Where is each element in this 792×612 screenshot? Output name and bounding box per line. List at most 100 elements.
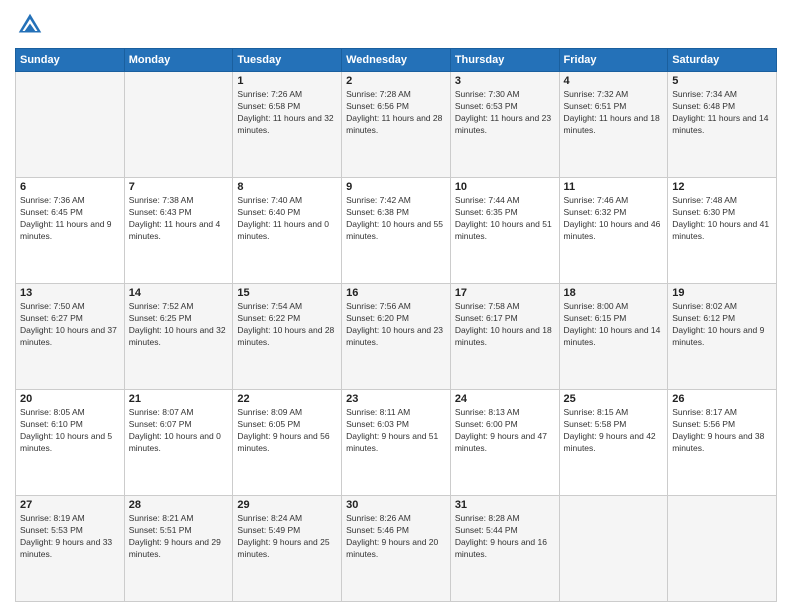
day-info: Sunrise: 7:54 AM Sunset: 6:22 PM Dayligh…	[237, 301, 337, 349]
day-info: Sunrise: 7:52 AM Sunset: 6:25 PM Dayligh…	[129, 301, 229, 349]
day-number: 18	[564, 287, 664, 299]
calendar-cell: 29 Sunrise: 8:24 AM Sunset: 5:49 PM Dayli…	[233, 496, 342, 602]
calendar-cell: 27 Sunrise: 8:19 AM Sunset: 5:53 PM Dayli…	[16, 496, 125, 602]
day-info: Sunrise: 8:26 AM Sunset: 5:46 PM Dayligh…	[346, 513, 446, 561]
calendar-cell: 24 Sunrise: 8:13 AM Sunset: 6:00 PM Dayli…	[450, 390, 559, 496]
day-info: Sunrise: 7:26 AM Sunset: 6:58 PM Dayligh…	[237, 89, 337, 137]
calendar-cell: 8Sunrise: 7:40 AM Sunset: 6:40 PM Daylig…	[233, 178, 342, 284]
page: SundayMondayTuesdayWednesdayThursdayFrid…	[0, 0, 792, 612]
day-info: Sunrise: 7:48 AM Sunset: 6:30 PM Dayligh…	[672, 195, 772, 243]
calendar-header-friday: Friday	[559, 49, 668, 72]
day-info: Sunrise: 8:02 AM Sunset: 6:12 PM Dayligh…	[672, 301, 772, 349]
day-number: 12	[672, 181, 772, 193]
calendar-week-row: 20 Sunrise: 8:05 AM Sunset: 6:10 PM Dayli…	[16, 390, 777, 496]
day-number: 20	[20, 393, 120, 405]
day-number: 28	[129, 499, 229, 511]
day-number: 23	[346, 393, 446, 405]
calendar-cell: 1 Sunrise: 7:26 AM Sunset: 6:58 PM Daylig…	[233, 72, 342, 178]
day-number: 21	[129, 393, 229, 405]
day-info: Sunrise: 8:00 AM Sunset: 6:15 PM Dayligh…	[564, 301, 664, 349]
calendar-cell: 6Sunrise: 7:36 AM Sunset: 6:45 PM Daylig…	[16, 178, 125, 284]
day-number: 7	[129, 181, 229, 193]
day-info: Sunrise: 7:56 AM Sunset: 6:20 PM Dayligh…	[346, 301, 446, 349]
calendar-header-thursday: Thursday	[450, 49, 559, 72]
day-number: 29	[237, 499, 337, 511]
calendar-cell: 10 Sunrise: 7:44 AM Sunset: 6:35 PM Dayli…	[450, 178, 559, 284]
day-number: 31	[455, 499, 555, 511]
logo	[15, 10, 49, 40]
calendar-cell	[16, 72, 125, 178]
day-info: Sunrise: 8:17 AM Sunset: 5:56 PM Dayligh…	[672, 407, 772, 455]
calendar-cell: 20 Sunrise: 8:05 AM Sunset: 6:10 PM Dayli…	[16, 390, 125, 496]
calendar-header-row: SundayMondayTuesdayWednesdayThursdayFrid…	[16, 49, 777, 72]
day-number: 13	[20, 287, 120, 299]
calendar-cell: 13Sunrise: 7:50 AM Sunset: 6:27 PM Dayli…	[16, 284, 125, 390]
day-number: 3	[455, 75, 555, 87]
day-info: Sunrise: 7:46 AM Sunset: 6:32 PM Dayligh…	[564, 195, 664, 243]
day-number: 30	[346, 499, 446, 511]
calendar-cell: 26 Sunrise: 8:17 AM Sunset: 5:56 PM Dayli…	[668, 390, 777, 496]
day-number: 4	[564, 75, 664, 87]
day-number: 10	[455, 181, 555, 193]
day-info: Sunrise: 7:44 AM Sunset: 6:35 PM Dayligh…	[455, 195, 555, 243]
day-info: Sunrise: 8:28 AM Sunset: 5:44 PM Dayligh…	[455, 513, 555, 561]
calendar-table: SundayMondayTuesdayWednesdayThursdayFrid…	[15, 48, 777, 602]
calendar-cell: 3 Sunrise: 7:30 AM Sunset: 6:53 PM Daylig…	[450, 72, 559, 178]
calendar-week-row: 27 Sunrise: 8:19 AM Sunset: 5:53 PM Dayli…	[16, 496, 777, 602]
calendar-header-monday: Monday	[124, 49, 233, 72]
calendar-cell: 7 Sunrise: 7:38 AM Sunset: 6:43 PM Daylig…	[124, 178, 233, 284]
calendar-week-row: 6Sunrise: 7:36 AM Sunset: 6:45 PM Daylig…	[16, 178, 777, 284]
calendar-cell: 31 Sunrise: 8:28 AM Sunset: 5:44 PM Dayli…	[450, 496, 559, 602]
day-number: 24	[455, 393, 555, 405]
calendar-cell: 12 Sunrise: 7:48 AM Sunset: 6:30 PM Dayli…	[668, 178, 777, 284]
calendar-cell: 30 Sunrise: 8:26 AM Sunset: 5:46 PM Dayli…	[342, 496, 451, 602]
calendar-week-row: 13Sunrise: 7:50 AM Sunset: 6:27 PM Dayli…	[16, 284, 777, 390]
calendar-week-row: 1 Sunrise: 7:26 AM Sunset: 6:58 PM Daylig…	[16, 72, 777, 178]
header	[15, 10, 777, 40]
day-info: Sunrise: 7:42 AM Sunset: 6:38 PM Dayligh…	[346, 195, 446, 243]
day-info: Sunrise: 7:28 AM Sunset: 6:56 PM Dayligh…	[346, 89, 446, 137]
calendar-cell: 16 Sunrise: 7:56 AM Sunset: 6:20 PM Dayli…	[342, 284, 451, 390]
calendar-cell: 9 Sunrise: 7:42 AM Sunset: 6:38 PM Daylig…	[342, 178, 451, 284]
day-info: Sunrise: 7:30 AM Sunset: 6:53 PM Dayligh…	[455, 89, 555, 137]
calendar-cell: 18 Sunrise: 8:00 AM Sunset: 6:15 PM Dayli…	[559, 284, 668, 390]
day-info: Sunrise: 8:24 AM Sunset: 5:49 PM Dayligh…	[237, 513, 337, 561]
day-number: 11	[564, 181, 664, 193]
calendar-cell: 25Sunrise: 8:15 AM Sunset: 5:58 PM Dayli…	[559, 390, 668, 496]
calendar-cell: 17 Sunrise: 7:58 AM Sunset: 6:17 PM Dayli…	[450, 284, 559, 390]
logo-icon	[15, 10, 45, 40]
calendar-cell: 5 Sunrise: 7:34 AM Sunset: 6:48 PM Daylig…	[668, 72, 777, 178]
day-number: 17	[455, 287, 555, 299]
calendar-header-saturday: Saturday	[668, 49, 777, 72]
day-number: 19	[672, 287, 772, 299]
day-number: 16	[346, 287, 446, 299]
calendar-cell: 14 Sunrise: 7:52 AM Sunset: 6:25 PM Dayli…	[124, 284, 233, 390]
day-info: Sunrise: 7:58 AM Sunset: 6:17 PM Dayligh…	[455, 301, 555, 349]
calendar-cell: 23Sunrise: 8:11 AM Sunset: 6:03 PM Dayli…	[342, 390, 451, 496]
day-number: 14	[129, 287, 229, 299]
calendar-cell: 28 Sunrise: 8:21 AM Sunset: 5:51 PM Dayli…	[124, 496, 233, 602]
day-number: 1	[237, 75, 337, 87]
day-info: Sunrise: 8:13 AM Sunset: 6:00 PM Dayligh…	[455, 407, 555, 455]
day-info: Sunrise: 8:21 AM Sunset: 5:51 PM Dayligh…	[129, 513, 229, 561]
calendar-header-wednesday: Wednesday	[342, 49, 451, 72]
calendar-cell: 19 Sunrise: 8:02 AM Sunset: 6:12 PM Dayli…	[668, 284, 777, 390]
day-number: 5	[672, 75, 772, 87]
day-info: Sunrise: 7:38 AM Sunset: 6:43 PM Dayligh…	[129, 195, 229, 243]
day-number: 26	[672, 393, 772, 405]
day-info: Sunrise: 8:09 AM Sunset: 6:05 PM Dayligh…	[237, 407, 337, 455]
day-number: 22	[237, 393, 337, 405]
calendar-cell	[668, 496, 777, 602]
day-number: 27	[20, 499, 120, 511]
calendar-header-tuesday: Tuesday	[233, 49, 342, 72]
day-info: Sunrise: 8:07 AM Sunset: 6:07 PM Dayligh…	[129, 407, 229, 455]
day-info: Sunrise: 8:05 AM Sunset: 6:10 PM Dayligh…	[20, 407, 120, 455]
day-info: Sunrise: 7:34 AM Sunset: 6:48 PM Dayligh…	[672, 89, 772, 137]
calendar-cell: 4Sunrise: 7:32 AM Sunset: 6:51 PM Daylig…	[559, 72, 668, 178]
calendar-cell: 15Sunrise: 7:54 AM Sunset: 6:22 PM Dayli…	[233, 284, 342, 390]
day-number: 2	[346, 75, 446, 87]
calendar-cell	[559, 496, 668, 602]
day-info: Sunrise: 8:19 AM Sunset: 5:53 PM Dayligh…	[20, 513, 120, 561]
calendar-header-sunday: Sunday	[16, 49, 125, 72]
day-number: 9	[346, 181, 446, 193]
